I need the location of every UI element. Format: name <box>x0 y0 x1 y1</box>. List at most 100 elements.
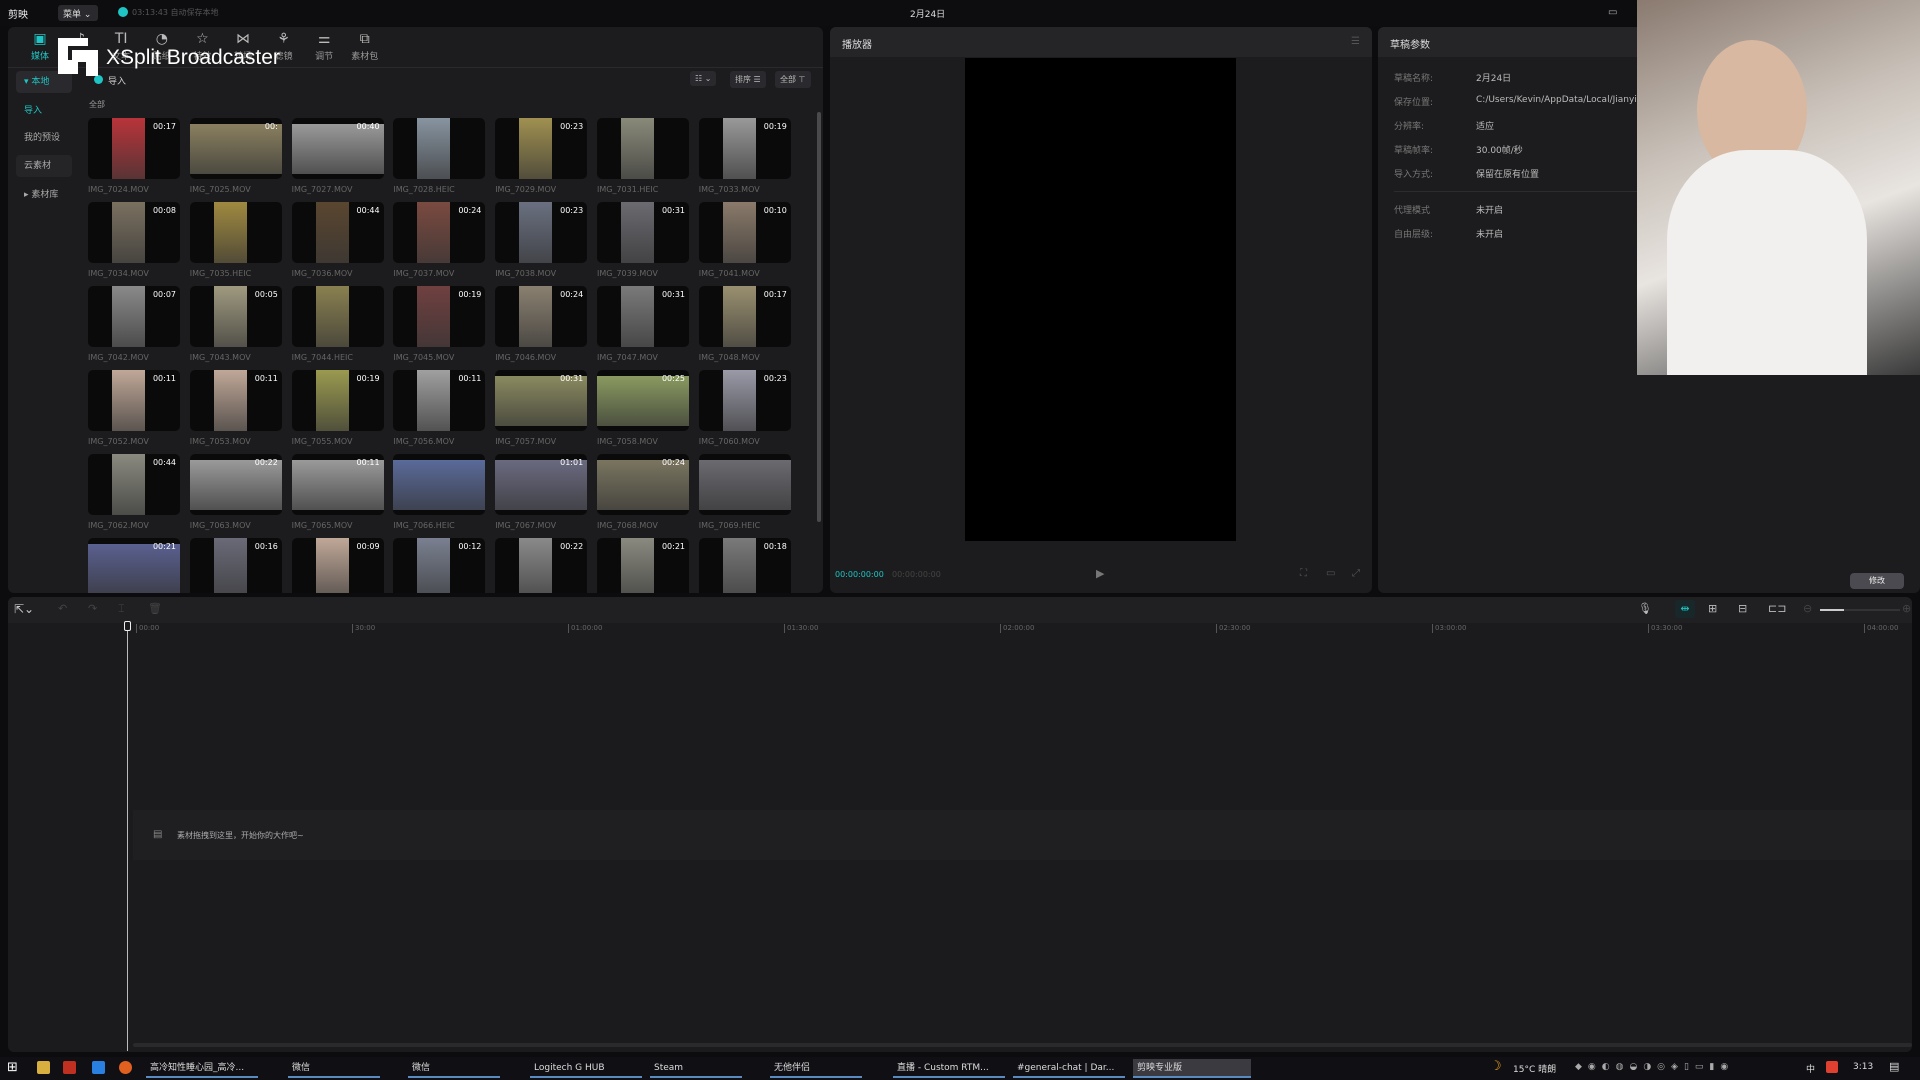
media-thumbnail: 00:18 <box>698 538 791 593</box>
media-item[interactable]: 00:31 IMG_7039.MOV <box>597 202 689 278</box>
media-item[interactable]: 00:19 IMG_7055.MOV <box>291 370 384 446</box>
link-icon[interactable]: ⊟ <box>1738 602 1747 615</box>
media-item[interactable]: IMG_7069.HEIC <box>698 454 791 530</box>
media-item[interactable]: IMG_7028.HEIC <box>393 118 486 194</box>
media-item[interactable]: 00:16 <box>189 538 282 593</box>
media-item[interactable]: 00:21 <box>597 538 689 593</box>
taskbar-item[interactable]: 微信 <box>408 1059 500 1078</box>
media-item[interactable]: 00:11 IMG_7053.MOV <box>189 370 282 446</box>
param-row: 草稿帧率: 30.00帧/秒 <box>1394 143 1523 156</box>
zoom-in-icon[interactable]: ⊕ <box>1902 602 1911 615</box>
media-item[interactable]: 00:24 IMG_7046.MOV <box>495 286 588 362</box>
media-item[interactable]: 01:01 IMG_7067.MOV <box>495 454 588 530</box>
menu-button[interactable]: 菜单 ⌄ <box>58 5 98 21</box>
media-item[interactable]: 00:18 <box>698 538 791 593</box>
system-tray-icons[interactable]: ◆◉◐◍◒◑◎◈▯▭▮◉ <box>1575 1062 1734 1072</box>
media-thumbnail <box>291 286 384 347</box>
param-row: 自由层级: 未开启 <box>1394 227 1503 240</box>
media-item[interactable]: 00:05 IMG_7043.MOV <box>189 286 282 362</box>
media-item[interactable]: 00:19 IMG_7045.MOV <box>393 286 486 362</box>
taskbar-item[interactable]: 剪映专业版 <box>1133 1059 1251 1078</box>
taskbar-item[interactable]: #general-chat | Dar... <box>1013 1059 1125 1078</box>
modify-button[interactable]: 修改 <box>1850 573 1904 589</box>
media-scrollbar[interactable] <box>817 112 821 522</box>
media-item[interactable]: 00:23 IMG_7038.MOV <box>495 202 588 278</box>
taskbar-item[interactable]: 无他伴侣 <box>770 1059 862 1078</box>
notification-icon[interactable]: ▤ <box>1889 1060 1899 1073</box>
media-thumbnail: 00:31 <box>597 202 689 263</box>
video-preview[interactable] <box>965 58 1236 541</box>
media-item[interactable]: 00:09 <box>291 538 384 593</box>
media-item[interactable]: 00:23 IMG_7029.MOV <box>495 118 588 194</box>
media-item[interactable]: 00:08 IMG_7034.MOV <box>88 202 180 278</box>
duration-badge: 00:19 <box>458 290 482 299</box>
media-item[interactable]: 00:11 IMG_7052.MOV <box>88 370 180 446</box>
file-explorer-icon[interactable] <box>37 1061 50 1074</box>
playhead-handle[interactable] <box>124 621 131 631</box>
snap-icon[interactable]: ⊞ <box>1708 602 1717 615</box>
media-item[interactable]: 00:31 IMG_7047.MOV <box>597 286 689 362</box>
media-item[interactable]: 00:44 IMG_7062.MOV <box>88 454 180 530</box>
media-item[interactable]: 00:17 IMG_7024.MOV <box>88 118 180 194</box>
ime-indicator[interactable]: 中 <box>1806 1062 1815 1075</box>
media-thumbnail: 00:17 <box>88 118 180 179</box>
weather-text[interactable]: 15°C 晴朗 <box>1513 1062 1556 1075</box>
qq-icon[interactable] <box>63 1061 76 1074</box>
taskbar-item[interactable]: 直播 - Custom RTM... <box>893 1059 1005 1078</box>
media-thumbnail: 00:05 <box>189 286 282 347</box>
app-icon[interactable] <box>92 1061 105 1074</box>
media-item[interactable]: 00:22 IMG_7063.MOV <box>189 454 282 530</box>
media-item[interactable]: IMG_7031.HEIC <box>597 118 689 194</box>
media-item[interactable]: 00:07 IMG_7042.MOV <box>88 286 180 362</box>
crop-icon[interactable]: ⛶ <box>1300 568 1307 579</box>
delete-icon[interactable]: 🗑 <box>148 602 162 615</box>
undo-icon[interactable]: ↶ <box>58 602 67 615</box>
media-item[interactable]: 00:40 IMG_7027.MOV <box>291 118 384 194</box>
firefox-icon[interactable] <box>119 1061 132 1074</box>
clock[interactable]: 3:13 <box>1853 1062 1873 1072</box>
media-item[interactable]: IMG_7044.HEIC <box>291 286 384 362</box>
playhead[interactable] <box>127 621 128 1051</box>
media-item[interactable]: 00:11 IMG_7056.MOV <box>393 370 486 446</box>
main-track-drop-zone[interactable]: ▤ 素材拖拽到这里，开始你的大作吧~ <box>133 810 1912 860</box>
layout-icon[interactable]: ▭ <box>1608 7 1617 18</box>
media-item[interactable]: 00:11 IMG_7065.MOV <box>291 454 384 530</box>
media-thumbnail: 00:44 <box>88 454 180 515</box>
media-item[interactable]: 00:22 <box>495 538 588 593</box>
media-item[interactable]: 00:31 IMG_7057.MOV <box>495 370 588 446</box>
player-menu-icon[interactable]: ☰ <box>1351 36 1360 47</box>
microphone-icon[interactable]: 🎙 <box>1638 602 1652 615</box>
media-item[interactable]: IMG_7066.HEIC <box>393 454 486 530</box>
ratio-icon[interactable]: ▭ <box>1326 568 1335 579</box>
taskbar-item[interactable]: Steam <box>650 1059 742 1078</box>
media-item[interactable]: 00:24 IMG_7037.MOV <box>393 202 486 278</box>
taskbar-item[interactable]: 微信 <box>288 1059 380 1078</box>
redo-icon[interactable]: ↷ <box>88 602 97 615</box>
media-item[interactable]: 00:12 <box>393 538 486 593</box>
duration-badge: 00:25 <box>661 374 685 383</box>
main-track-magnet-icon[interactable]: ⇹ <box>1675 600 1695 618</box>
preview-axis-icon[interactable]: ⊏⊐ <box>1768 602 1786 615</box>
sogou-icon[interactable] <box>1826 1061 1838 1073</box>
media-item[interactable]: 00:21 <box>88 538 180 593</box>
start-icon[interactable]: ⊞ <box>7 1060 18 1075</box>
timeline-scrollbar[interactable] <box>133 1043 1912 1047</box>
media-item[interactable]: 00:23 IMG_7060.MOV <box>698 370 791 446</box>
media-item[interactable]: 00: IMG_7025.MOV <box>189 118 282 194</box>
media-item[interactable]: 00:19 IMG_7033.MOV <box>698 118 791 194</box>
taskbar-item[interactable]: Logitech G HUB <box>530 1059 642 1078</box>
play-icon[interactable]: ▶ <box>1096 567 1104 580</box>
fullscreen-icon[interactable]: ⤢ <box>1352 568 1360 579</box>
select-tool-icon[interactable]: ⇱⌄ <box>14 602 34 616</box>
taskbar-item[interactable]: 高冷知性睡心园_高冷... <box>146 1059 258 1078</box>
zoom-slider[interactable] <box>1820 609 1900 611</box>
media-item[interactable]: 00:10 IMG_7041.MOV <box>698 202 791 278</box>
media-item[interactable]: 00:17 IMG_7048.MOV <box>698 286 791 362</box>
media-item[interactable]: 00:25 IMG_7058.MOV <box>597 370 689 446</box>
split-icon[interactable]: ⌶ <box>118 602 125 616</box>
media-filename: IMG_7041.MOV <box>698 269 760 278</box>
zoom-out-icon[interactable]: ⊖ <box>1803 602 1812 615</box>
media-item[interactable]: 00:24 IMG_7068.MOV <box>597 454 689 530</box>
media-item[interactable]: 00:44 IMG_7036.MOV <box>291 202 384 278</box>
media-item[interactable]: IMG_7035.HEIC <box>189 202 282 278</box>
